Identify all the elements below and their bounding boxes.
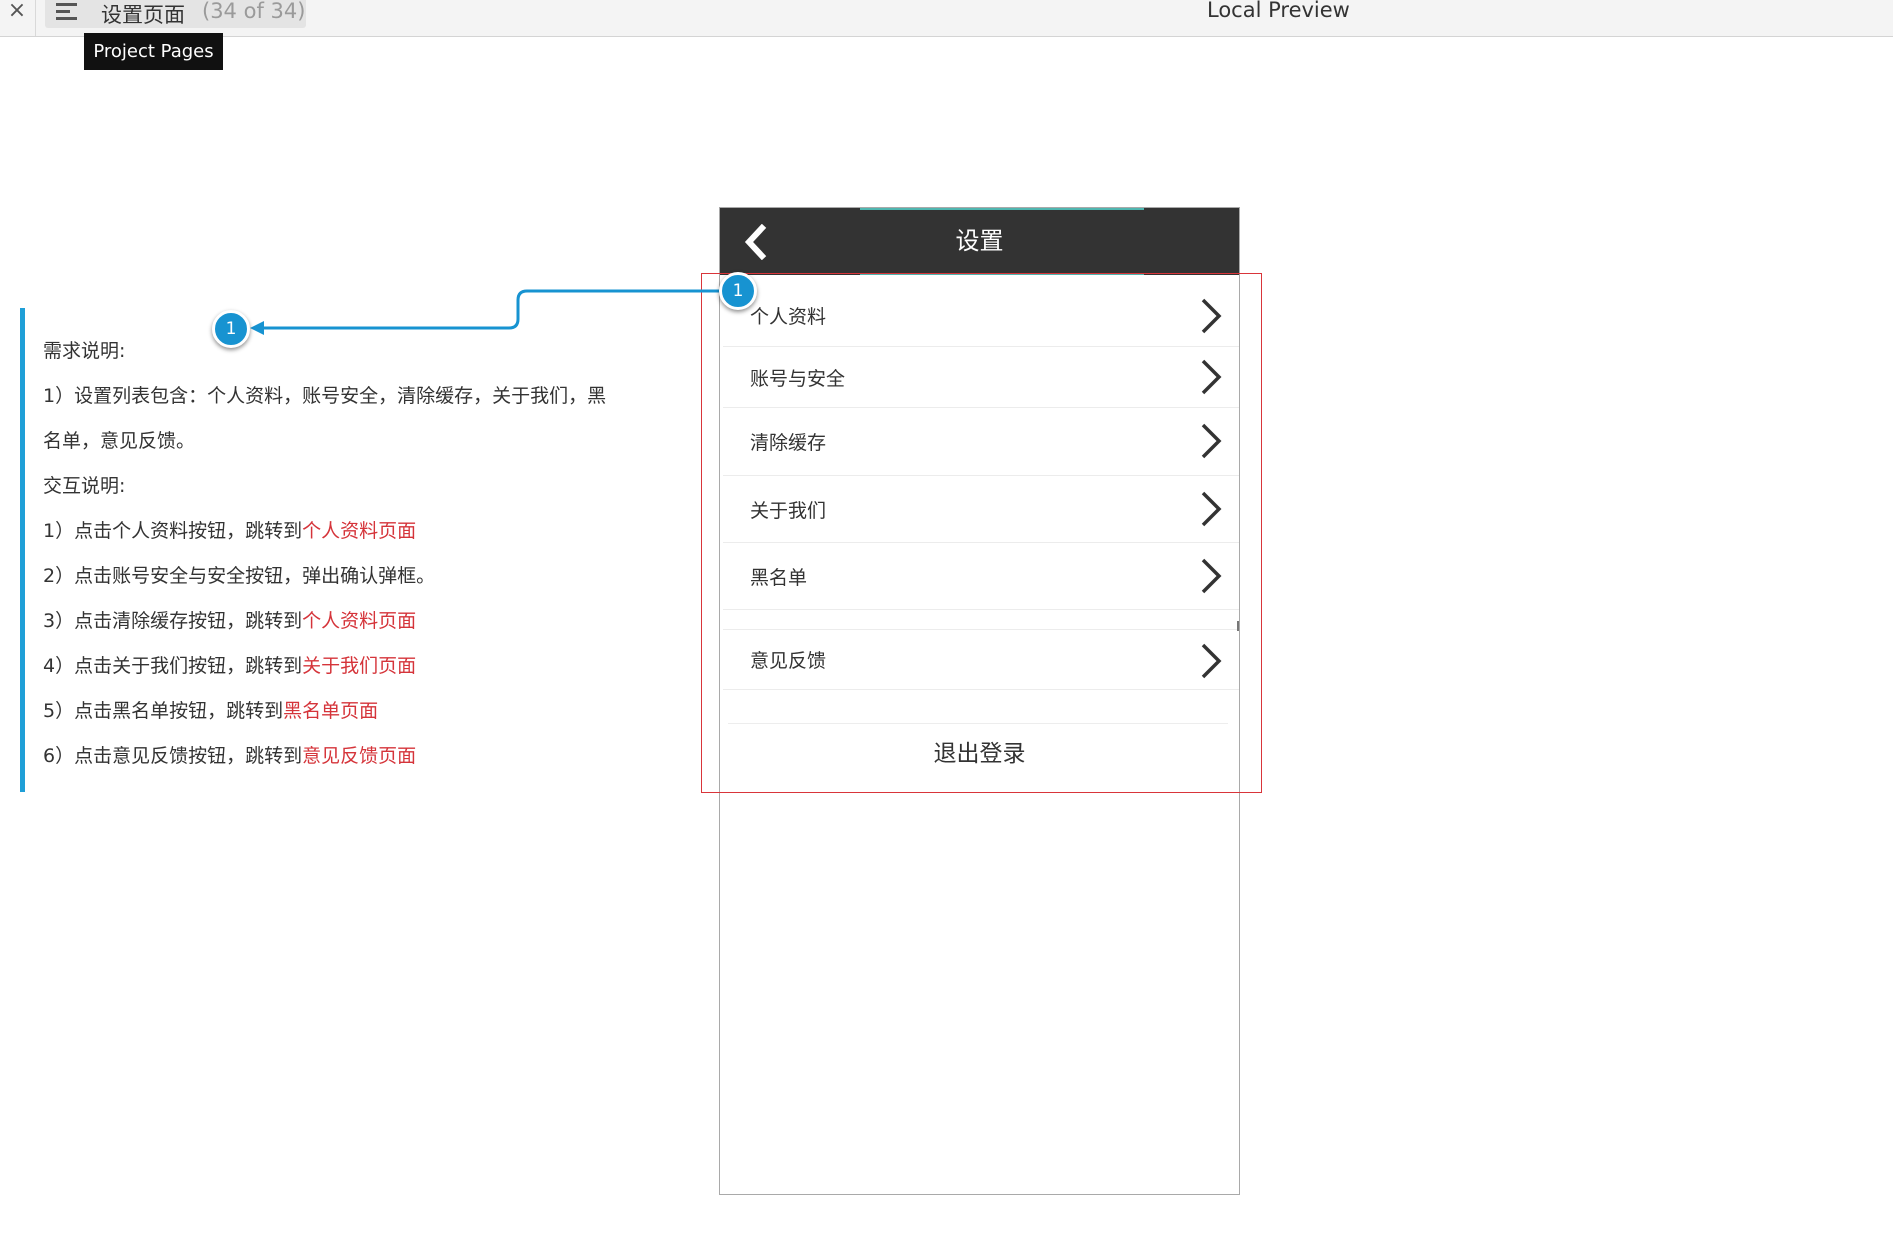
callout-badge[interactable]: 1 [212,310,250,348]
settings-item-feedback[interactable]: 意见反馈 [723,629,1239,690]
note-line: 3）点击清除缓存按钮，跳转到个人资料页面 [43,610,417,632]
phone-header: 设置 [720,208,1239,275]
phone-mockup: 设置 个人资料 账号与安全 清除缓存 关于我们 黑名单 意见反馈 退出登录 [719,207,1240,1195]
note-line: 4）点击关于我们按钮，跳转到关于我们页面 [43,655,417,677]
note-link[interactable]: 个人资料页面 [302,520,416,542]
notes-accent-bar [20,308,25,792]
chevron-right-icon [1197,422,1225,460]
settings-item-profile[interactable]: 个人资料 [723,278,1239,347]
close-button[interactable]: × [4,0,30,24]
top-bar: × 设置页面 (34 of 34) Local Preview [0,0,1893,37]
settings-item-label: 黑名单 [750,567,808,589]
note-line: 交互说明: [43,475,126,497]
settings-item-label: 账号与安全 [750,368,846,390]
note-link[interactable]: 意见反馈页面 [302,745,416,767]
settings-item-clear-cache[interactable]: 清除缓存 [723,408,1239,476]
tooltip: Project Pages [84,33,223,70]
window-title: Local Preview [1207,0,1350,22]
requirements-notes: 需求说明: 1）设置列表包含：个人资料，账号安全，清除缓存，关于我们，黑 名单，… [43,333,683,783]
note-line: 5）点击黑名单按钮，跳转到黑名单页面 [43,700,379,722]
settings-item-label: 清除缓存 [750,432,827,454]
logout-button[interactable]: 退出登录 [720,724,1239,784]
note-line: 1）点击个人资料按钮，跳转到个人资料页面 [43,520,417,542]
phone-title: 设置 [955,227,1004,255]
note-line: 1）设置列表包含：个人资料，账号安全，清除缓存，关于我们，黑 [43,385,607,407]
divider [35,0,36,36]
settings-item-about-us[interactable]: 关于我们 [723,476,1239,543]
note-line: 6）点击意见反馈按钮，跳转到意见反馈页面 [43,745,417,767]
note-line: 需求说明: [43,340,126,362]
chevron-right-icon [1197,490,1225,528]
settings-item-account-security[interactable]: 账号与安全 [723,347,1239,408]
settings-item-label: 个人资料 [750,306,827,328]
settings-item-label: 关于我们 [750,500,827,522]
chevron-right-icon [1197,557,1225,595]
settings-item-blacklist[interactable]: 黑名单 [723,543,1239,610]
page-count: (34 of 34) [202,0,306,23]
chevron-right-icon [1197,297,1225,335]
note-link[interactable]: 关于我们页面 [302,655,416,677]
settings-item-label: 意见反馈 [750,650,827,672]
note-line: 2）点击账号安全与安全按钮，弹出确认弹框。 [43,565,436,587]
note-link[interactable]: 黑名单页面 [283,700,378,722]
menu-icon [56,2,78,22]
chevron-right-icon [1197,358,1225,396]
callout-badge[interactable]: 1 [719,272,757,310]
divider [1237,621,1239,631]
chevron-right-icon [1197,642,1225,680]
project-pages-button[interactable]: 设置页面 (34 of 34) [45,0,306,28]
note-link[interactable]: 个人资料页面 [302,610,416,632]
note-line: 名单，意见反馈。 [43,430,196,452]
page-title: 设置页面 [101,3,185,27]
